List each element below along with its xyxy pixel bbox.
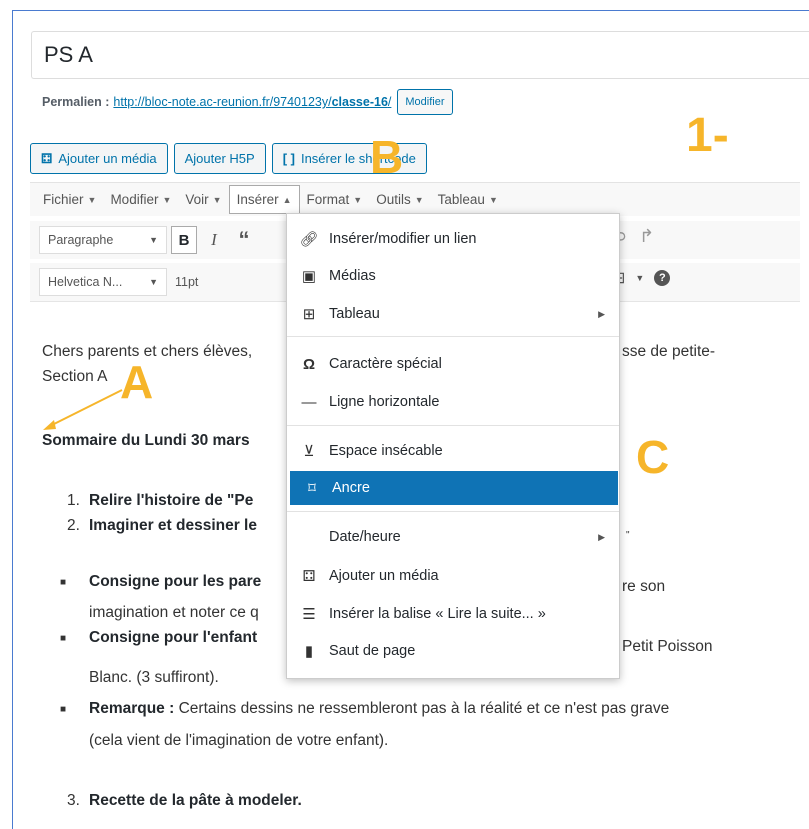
menu-item-read-more[interactable]: ☰ Insérer la balise « Lire la suite... » [287,597,619,631]
ol-item-3: Recette de la pâte à modeler. [89,792,302,809]
bullet-2-line-2: Blanc. (3 suffiront). [89,669,219,686]
post-title-input[interactable]: PS A [31,31,809,79]
caret-down-icon: ▼ [488,194,498,205]
menu-item-medias[interactable]: ▣ Médias [287,259,619,293]
redo-icon[interactable]: ↱ [639,226,654,247]
bullet-1-line-2: imagination et noter ce q [89,604,259,621]
bullet-3: Remarque : Certains dessins ne ressemble… [89,700,670,717]
menu-modifier[interactable]: Modifier ▼ [103,186,178,213]
bullet-1-bold: Consigne pour les pare [89,573,262,590]
menu-voir[interactable]: Voir ▼ [178,186,228,213]
menu-item-special-char[interactable]: Ω Caractère spécial [287,347,619,381]
ol-number: 2. [67,517,80,534]
menu-item-nbsp[interactable]: ⊻ Espace insécable [287,434,619,468]
caret-down-icon: ▼ [212,194,222,205]
menu-format[interactable]: Format ▼ [300,186,370,213]
media-icon: ⚃ [302,568,316,585]
omega-icon: Ω [302,355,316,373]
intro-line-2: Section A [42,368,108,385]
paragraph-format-select[interactable]: Paragraphe ▼ [39,226,167,254]
insert-shortcode-button[interactable]: [ ] Insérer le shortcode [271,143,427,174]
annotation-c: C [636,431,670,483]
add-media-button[interactable]: ⚃ Ajouter un média [30,143,168,174]
bullet-icon: ■ [60,633,67,644]
menu-divider [287,336,619,337]
bullet-2-bold: Consigne pour l'enfant [89,629,258,646]
caret-up-icon: ▲ [282,194,292,205]
permalink-label: Permalien : [42,95,110,109]
hr-icon: — [301,393,317,411]
menu-item-link[interactable]: 🔗︎ Insérer/modifier un lien [287,222,619,256]
pagebreak-icon: ▮ [304,643,314,660]
caret-down-icon: ▼ [353,194,363,205]
table-help-group: ⊞ ▼ ? [612,268,671,288]
bullet-2-right: Petit Poisson [622,638,713,655]
annotation-b: B [370,131,404,183]
permalink-url[interactable]: http://bloc-note.ac-reunion.fr/9740123y/… [113,95,391,109]
ol-item-2-tail: " [626,530,630,541]
permalink-edit-button[interactable]: Modifier [397,89,453,115]
permalink-row: Permalien : http://bloc-note.ac-reunion.… [42,89,453,115]
insert-dropdown-menu: 🔗︎ Insérer/modifier un lien ▣ Médias ⊞ Tabl… [286,213,620,679]
intro-line-right: sse de petite- [622,343,716,360]
link-icon: 🔗︎ [299,231,319,248]
menu-tableau[interactable]: Tableau ▼ [431,186,505,213]
bookmark-icon: ⌑ [308,480,316,497]
chevron-down-icon: ▼ [149,277,158,287]
film-icon: ▣ [301,268,317,285]
bullet-3-line-2: (cela vient de l'imagination de votre en… [89,732,389,749]
nbsp-icon: ⊻ [303,443,315,460]
media-buttons: ⚃ Ajouter un média Ajouter H5P [ ] Insér… [30,143,427,174]
chevron-down-icon: ▼ [149,235,158,245]
menu-divider [287,425,619,426]
menu-inserer[interactable]: Insérer ▲ [228,185,300,214]
blockquote-button[interactable]: “ [231,226,257,254]
menu-divider [287,511,619,512]
shortcode-icon: [ ] [282,151,295,166]
menu-item-add-media[interactable]: ⚃ Ajouter un média [287,559,619,593]
annotation-arrow [43,389,123,430]
bullet-1-right: re son [622,578,666,595]
menu-item-datetime[interactable]: Date/heure ▶ [287,520,619,554]
add-h5p-button[interactable]: Ajouter H5P [173,143,266,174]
caret-down-icon: ▼ [414,194,424,205]
caret-down-icon: ▼ [87,194,97,205]
menu-item-page-break[interactable]: ▮ Saut de page [287,634,619,668]
readmore-icon: ☰ [302,606,316,623]
menu-outils[interactable]: Outils ▼ [369,186,430,213]
table-icon: ⊞ [302,306,316,323]
chevron-right-icon: ▶ [598,531,605,542]
bold-button[interactable]: B [171,226,197,254]
ol-number: 1. [67,492,80,509]
caret-down-icon: ▼ [162,194,172,205]
menu-fichier[interactable]: Fichier ▼ [36,186,103,213]
annotation-step: 1- [686,109,729,162]
ol-item-1: Relire l'histoire de "Pe [89,492,254,509]
menu-item-tableau[interactable]: ⊞ Tableau ▶ [287,297,619,331]
font-family-select[interactable]: Helvetica N... ▼ [39,268,167,296]
font-size-select[interactable]: 11pt [167,268,277,296]
bullet-icon: ■ [60,577,67,588]
editor-menubar: Fichier ▼ Modifier ▼ Voir ▼ Insérer ▲ Format… [30,182,800,216]
ol-item-2: Imaginer et dessiner le [89,517,257,534]
media-icon: ⚃ [41,150,53,166]
ol-number: 3. [67,792,80,809]
bullet-icon: ■ [60,704,67,715]
menu-item-hr[interactable]: — Ligne horizontale [287,385,619,419]
help-icon[interactable]: ? [654,270,671,286]
menu-item-ancre[interactable]: ⌑ Ancre [290,471,618,505]
chevron-right-icon: ▶ [598,308,605,319]
italic-button[interactable]: I [201,226,227,254]
chevron-down-icon[interactable]: ▼ [635,273,644,283]
